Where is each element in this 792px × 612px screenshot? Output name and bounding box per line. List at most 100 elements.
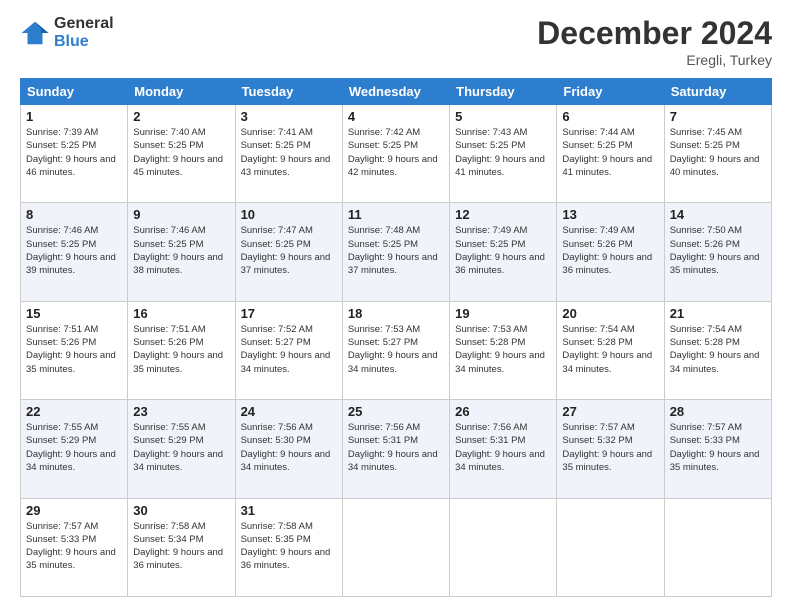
table-row: 6 Sunrise: 7:44 AM Sunset: 5:25 PM Dayli… xyxy=(557,105,664,203)
table-row xyxy=(557,498,664,596)
day-number: 25 xyxy=(348,404,444,419)
table-row: 22 Sunrise: 7:55 AM Sunset: 5:29 PM Dayl… xyxy=(21,400,128,498)
table-row: 15 Sunrise: 7:51 AM Sunset: 5:26 PM Dayl… xyxy=(21,301,128,399)
day-info: Sunrise: 7:49 AM Sunset: 5:25 PM Dayligh… xyxy=(455,224,551,277)
title-area: December 2024 Eregli, Turkey xyxy=(537,15,772,68)
day-number: 3 xyxy=(241,109,337,124)
day-number: 7 xyxy=(670,109,766,124)
table-row: 10 Sunrise: 7:47 AM Sunset: 5:25 PM Dayl… xyxy=(235,203,342,301)
day-info: Sunrise: 7:54 AM Sunset: 5:28 PM Dayligh… xyxy=(670,323,766,376)
table-row: 8 Sunrise: 7:46 AM Sunset: 5:25 PM Dayli… xyxy=(21,203,128,301)
day-number: 16 xyxy=(133,306,229,321)
day-info: Sunrise: 7:51 AM Sunset: 5:26 PM Dayligh… xyxy=(26,323,122,376)
table-row xyxy=(450,498,557,596)
col-sunday: Sunday xyxy=(21,79,128,105)
day-info: Sunrise: 7:53 AM Sunset: 5:28 PM Dayligh… xyxy=(455,323,551,376)
day-info: Sunrise: 7:56 AM Sunset: 5:31 PM Dayligh… xyxy=(348,421,444,474)
day-info: Sunrise: 7:42 AM Sunset: 5:25 PM Dayligh… xyxy=(348,126,444,179)
day-info: Sunrise: 7:58 AM Sunset: 5:34 PM Dayligh… xyxy=(133,520,229,573)
day-number: 18 xyxy=(348,306,444,321)
day-number: 24 xyxy=(241,404,337,419)
table-row: 16 Sunrise: 7:51 AM Sunset: 5:26 PM Dayl… xyxy=(128,301,235,399)
table-row: 26 Sunrise: 7:56 AM Sunset: 5:31 PM Dayl… xyxy=(450,400,557,498)
day-number: 12 xyxy=(455,207,551,222)
day-number: 1 xyxy=(26,109,122,124)
table-row: 29 Sunrise: 7:57 AM Sunset: 5:33 PM Dayl… xyxy=(21,498,128,596)
day-info: Sunrise: 7:43 AM Sunset: 5:25 PM Dayligh… xyxy=(455,126,551,179)
table-row: 12 Sunrise: 7:49 AM Sunset: 5:25 PM Dayl… xyxy=(450,203,557,301)
day-number: 26 xyxy=(455,404,551,419)
day-info: Sunrise: 7:51 AM Sunset: 5:26 PM Dayligh… xyxy=(133,323,229,376)
day-number: 10 xyxy=(241,207,337,222)
day-info: Sunrise: 7:54 AM Sunset: 5:28 PM Dayligh… xyxy=(562,323,658,376)
logo-text: General Blue xyxy=(54,15,114,50)
day-info: Sunrise: 7:40 AM Sunset: 5:25 PM Dayligh… xyxy=(133,126,229,179)
day-number: 27 xyxy=(562,404,658,419)
day-info: Sunrise: 7:45 AM Sunset: 5:25 PM Dayligh… xyxy=(670,126,766,179)
day-number: 30 xyxy=(133,503,229,518)
location: Eregli, Turkey xyxy=(537,52,772,68)
page: General Blue December 2024 Eregli, Turke… xyxy=(0,0,792,612)
week-row-1: 1 Sunrise: 7:39 AM Sunset: 5:25 PM Dayli… xyxy=(21,105,772,203)
table-row: 21 Sunrise: 7:54 AM Sunset: 5:28 PM Dayl… xyxy=(664,301,771,399)
day-number: 15 xyxy=(26,306,122,321)
day-info: Sunrise: 7:49 AM Sunset: 5:26 PM Dayligh… xyxy=(562,224,658,277)
table-row: 28 Sunrise: 7:57 AM Sunset: 5:33 PM Dayl… xyxy=(664,400,771,498)
day-info: Sunrise: 7:53 AM Sunset: 5:27 PM Dayligh… xyxy=(348,323,444,376)
day-info: Sunrise: 7:50 AM Sunset: 5:26 PM Dayligh… xyxy=(670,224,766,277)
table-row: 7 Sunrise: 7:45 AM Sunset: 5:25 PM Dayli… xyxy=(664,105,771,203)
logo: General Blue xyxy=(20,15,114,50)
day-info: Sunrise: 7:57 AM Sunset: 5:33 PM Dayligh… xyxy=(26,520,122,573)
day-number: 4 xyxy=(348,109,444,124)
table-row: 17 Sunrise: 7:52 AM Sunset: 5:27 PM Dayl… xyxy=(235,301,342,399)
day-number: 9 xyxy=(133,207,229,222)
table-row: 5 Sunrise: 7:43 AM Sunset: 5:25 PM Dayli… xyxy=(450,105,557,203)
header-row: Sunday Monday Tuesday Wednesday Thursday… xyxy=(21,79,772,105)
day-number: 14 xyxy=(670,207,766,222)
table-row: 2 Sunrise: 7:40 AM Sunset: 5:25 PM Dayli… xyxy=(128,105,235,203)
day-number: 19 xyxy=(455,306,551,321)
table-row xyxy=(664,498,771,596)
day-number: 17 xyxy=(241,306,337,321)
day-info: Sunrise: 7:46 AM Sunset: 5:25 PM Dayligh… xyxy=(133,224,229,277)
day-info: Sunrise: 7:55 AM Sunset: 5:29 PM Dayligh… xyxy=(133,421,229,474)
week-row-2: 8 Sunrise: 7:46 AM Sunset: 5:25 PM Dayli… xyxy=(21,203,772,301)
day-info: Sunrise: 7:47 AM Sunset: 5:25 PM Dayligh… xyxy=(241,224,337,277)
day-number: 6 xyxy=(562,109,658,124)
day-info: Sunrise: 7:48 AM Sunset: 5:25 PM Dayligh… xyxy=(348,224,444,277)
table-row xyxy=(342,498,449,596)
calendar-table: Sunday Monday Tuesday Wednesday Thursday… xyxy=(20,78,772,597)
table-row: 1 Sunrise: 7:39 AM Sunset: 5:25 PM Dayli… xyxy=(21,105,128,203)
day-info: Sunrise: 7:44 AM Sunset: 5:25 PM Dayligh… xyxy=(562,126,658,179)
col-friday: Friday xyxy=(557,79,664,105)
day-info: Sunrise: 7:57 AM Sunset: 5:32 PM Dayligh… xyxy=(562,421,658,474)
day-number: 21 xyxy=(670,306,766,321)
week-row-4: 22 Sunrise: 7:55 AM Sunset: 5:29 PM Dayl… xyxy=(21,400,772,498)
table-row: 14 Sunrise: 7:50 AM Sunset: 5:26 PM Dayl… xyxy=(664,203,771,301)
col-saturday: Saturday xyxy=(664,79,771,105)
month-title: December 2024 xyxy=(537,15,772,52)
day-number: 20 xyxy=(562,306,658,321)
table-row: 18 Sunrise: 7:53 AM Sunset: 5:27 PM Dayl… xyxy=(342,301,449,399)
col-wednesday: Wednesday xyxy=(342,79,449,105)
day-number: 8 xyxy=(26,207,122,222)
day-number: 31 xyxy=(241,503,337,518)
day-number: 2 xyxy=(133,109,229,124)
day-number: 28 xyxy=(670,404,766,419)
day-info: Sunrise: 7:56 AM Sunset: 5:31 PM Dayligh… xyxy=(455,421,551,474)
day-info: Sunrise: 7:58 AM Sunset: 5:35 PM Dayligh… xyxy=(241,520,337,573)
day-number: 5 xyxy=(455,109,551,124)
day-number: 11 xyxy=(348,207,444,222)
week-row-3: 15 Sunrise: 7:51 AM Sunset: 5:26 PM Dayl… xyxy=(21,301,772,399)
day-info: Sunrise: 7:56 AM Sunset: 5:30 PM Dayligh… xyxy=(241,421,337,474)
table-row: 11 Sunrise: 7:48 AM Sunset: 5:25 PM Dayl… xyxy=(342,203,449,301)
day-info: Sunrise: 7:52 AM Sunset: 5:27 PM Dayligh… xyxy=(241,323,337,376)
day-number: 29 xyxy=(26,503,122,518)
col-tuesday: Tuesday xyxy=(235,79,342,105)
table-row: 30 Sunrise: 7:58 AM Sunset: 5:34 PM Dayl… xyxy=(128,498,235,596)
table-row: 27 Sunrise: 7:57 AM Sunset: 5:32 PM Dayl… xyxy=(557,400,664,498)
table-row: 13 Sunrise: 7:49 AM Sunset: 5:26 PM Dayl… xyxy=(557,203,664,301)
table-row: 9 Sunrise: 7:46 AM Sunset: 5:25 PM Dayli… xyxy=(128,203,235,301)
day-number: 22 xyxy=(26,404,122,419)
logo-icon xyxy=(20,18,50,48)
